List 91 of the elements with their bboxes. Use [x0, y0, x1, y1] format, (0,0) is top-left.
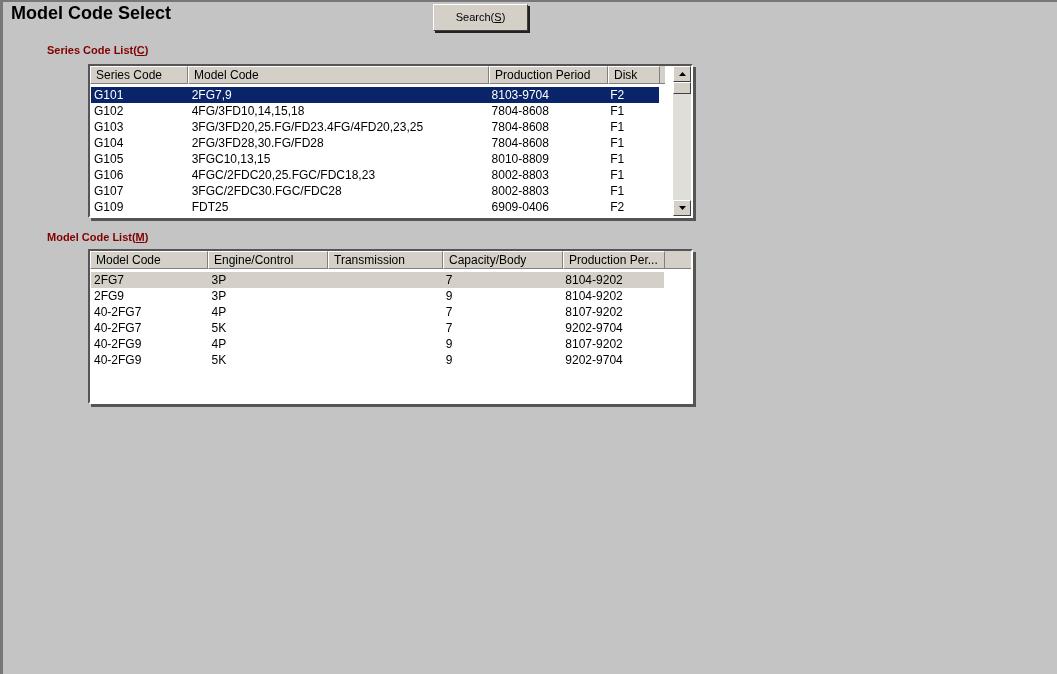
table-row[interactable]: G101 2FG7,9 8103-9704 F2 — [91, 87, 659, 103]
table-cell: 8107-9202 — [565, 305, 623, 319]
table-cell: 8002-8803 — [491, 184, 549, 198]
table-row[interactable]: G106 4FGC/2FDC20,25.FGC/FDC18,23 8002-8803 F1 — [91, 167, 659, 183]
table-cell: F1 — [610, 120, 625, 134]
table-cell: 4P — [211, 305, 227, 319]
table-row[interactable]: G109 FDT25 6909-0406 F2 — [91, 199, 659, 215]
table-cell: F1 — [610, 168, 625, 182]
table-row[interactable]: 40-2FG9 5K 9 9202-9704 — [91, 352, 664, 368]
table-row[interactable]: 40-2FG9 4P 9 8107-9202 — [91, 336, 664, 352]
column-header[interactable]: Production Per... — [563, 251, 665, 269]
column-header[interactable]: Series Code — [90, 66, 188, 84]
table-cell: 7804-8608 — [491, 120, 549, 134]
section-label: Model Code List(M) — [47, 230, 149, 244]
table-cell: F2 — [610, 88, 625, 102]
table-row[interactable]: G107 3FGC/2FDC30.FGC/FDC28 8002-8803 F1 — [91, 183, 659, 199]
column-header[interactable]: Production Period — [489, 66, 608, 84]
scroll-down-button[interactable] — [673, 200, 691, 216]
table-cell: 8103-9704 — [491, 88, 549, 102]
table-cell: 4FG/3FD10,14,15,18 — [191, 104, 305, 118]
table-cell: 3P — [211, 273, 227, 287]
table-cell: 2FG9 — [94, 289, 124, 303]
table-cell: 7804-8608 — [491, 104, 549, 118]
table-cell: G106 — [94, 168, 124, 182]
table-cell: F2 — [610, 200, 625, 214]
table-cell: 9202-9704 — [565, 321, 623, 335]
table-cell: 2FG7 — [94, 273, 124, 287]
header-filler — [660, 66, 665, 84]
table-cell: 9202-9704 — [565, 353, 623, 367]
column-header[interactable]: Engine/Control — [208, 251, 328, 269]
table-cell: 4FGC/2FDC20,25.FGC/FDC18,23 — [191, 168, 376, 182]
table-row[interactable]: 2FG7 3P 7 8104-9202 — [91, 272, 664, 288]
table-cell: FDT25 — [191, 200, 229, 214]
table-cell: 40-2FG9 — [94, 337, 142, 351]
table-cell: 3FG/3FD20,25.FG/FD23.4FG/4FD20,23,25 — [191, 120, 424, 134]
table-row[interactable]: 2FG9 3P 9 8104-9202 — [91, 288, 664, 304]
table-row[interactable]: G103 3FG/3FD20,25.FG/FD23.4FG/4FD20,23,25 7804-8608 F1 — [91, 119, 659, 135]
table-cell: 9 — [445, 353, 453, 367]
table-cell: 3FGC10,13,15 — [191, 152, 271, 166]
table-cell: G103 — [94, 120, 124, 134]
table-row[interactable]: G105 3FGC10,13,15 8010-8809 F1 — [91, 151, 659, 167]
table-cell: 7804-8608 — [491, 136, 549, 150]
table-cell: 6909-0406 — [491, 200, 549, 214]
table-cell: G102 — [94, 104, 124, 118]
table-cell: 7 — [445, 305, 453, 319]
up-arrow-icon — [678, 72, 686, 76]
table-cell: 8107-9202 — [565, 337, 623, 351]
scroll-thumb[interactable] — [673, 82, 691, 94]
table-cell: 7 — [445, 321, 453, 335]
table-row[interactable]: 40-2FG7 4P 7 8107-9202 — [91, 304, 664, 320]
column-header[interactable]: Model Code — [188, 66, 489, 84]
table-cell: 8104-9202 — [565, 273, 623, 287]
column-header[interactable]: Transmission — [328, 251, 443, 269]
table-row[interactable]: G104 2FG/3FD28,30.FG/FD28 7804-8608 F1 — [91, 135, 659, 151]
table-cell: 7 — [445, 273, 453, 287]
table-cell: 2FG7,9 — [191, 88, 232, 102]
section-label: Series Code List(C) — [47, 43, 149, 57]
table-cell: 9 — [445, 289, 453, 303]
table-cell: F1 — [610, 152, 625, 166]
table-cell: 40-2FG7 — [94, 321, 142, 335]
table-cell: 5K — [211, 353, 227, 367]
table-cell: 2FG/3FD28,30.FG/FD28 — [191, 136, 324, 150]
table-cell: 5K — [211, 321, 227, 335]
table-cell: 8104-9202 — [565, 289, 623, 303]
table-cell: 40-2FG9 — [94, 353, 142, 367]
column-header[interactable]: Capacity/Body — [443, 251, 563, 269]
header-filler — [665, 251, 691, 269]
table-cell: 9 — [445, 337, 453, 351]
table-cell: F1 — [610, 136, 625, 150]
table-row[interactable]: 40-2FG7 5K 7 9202-9704 — [91, 320, 664, 336]
table-row[interactable]: G102 4FG/3FD10,14,15,18 7804-8608 F1 — [91, 103, 659, 119]
table-cell: G109 — [94, 200, 124, 214]
column-header[interactable]: Disk — [608, 66, 660, 84]
table-cell: 3P — [211, 289, 227, 303]
scrollbar[interactable] — [673, 66, 691, 216]
table-cell: G101 — [94, 88, 124, 102]
table-cell: G107 — [94, 184, 124, 198]
column-header[interactable]: Model Code — [90, 251, 208, 269]
table-cell: F1 — [610, 184, 625, 198]
table-cell: 4P — [211, 337, 227, 351]
search-button[interactable]: Search(S) — [433, 4, 529, 31]
page-title: Model Code Select — [11, 3, 172, 23]
table-cell: G105 — [94, 152, 124, 166]
table-cell: 8002-8803 — [491, 168, 549, 182]
down-arrow-icon — [678, 206, 686, 210]
table-cell: 40-2FG7 — [94, 305, 142, 319]
table-cell: 8010-8809 — [491, 152, 549, 166]
table-cell: 3FGC/2FDC30.FGC/FDC28 — [191, 184, 342, 198]
scroll-up-button[interactable] — [673, 66, 691, 82]
table-cell: G104 — [94, 136, 124, 150]
table-cell: F1 — [610, 104, 625, 118]
